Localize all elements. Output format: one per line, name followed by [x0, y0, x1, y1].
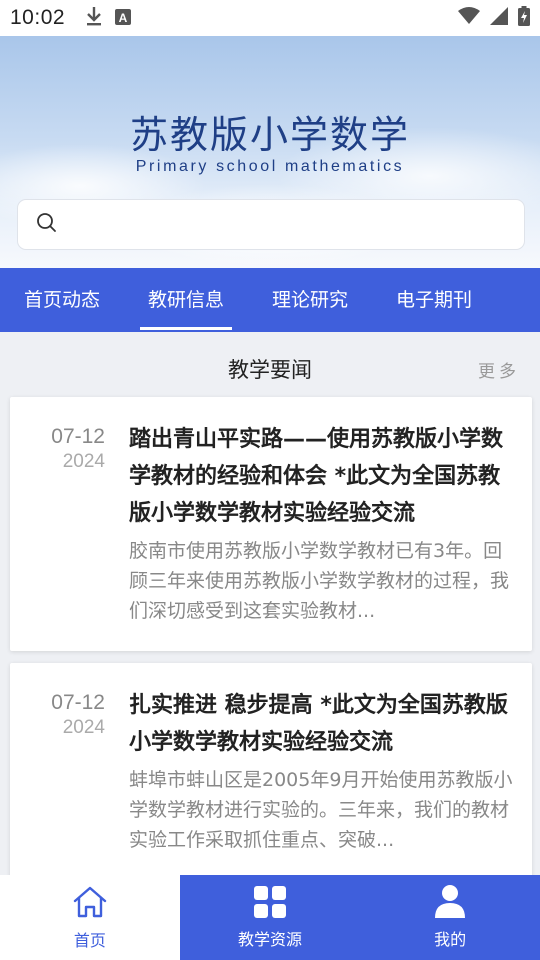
news-date-year: 2024	[62, 717, 105, 738]
search-icon[interactable]	[36, 212, 58, 238]
status-bar: 10:02 A	[0, 0, 540, 36]
news-date-day: 07-12	[51, 691, 105, 714]
news-date: 07-12 2024	[10, 425, 105, 473]
tab-e-journal[interactable]: 电子期刊	[372, 268, 496, 332]
more-link[interactable]: 更多	[478, 357, 520, 382]
app-title: 苏教版小学数学	[129, 113, 410, 157]
signal-icon	[490, 6, 508, 30]
news-card[interactable]: 07-12 2024 扎实推进 稳步提高 *此文为全国苏教版小学数学教材实验经验…	[10, 663, 532, 893]
keyboard-a-icon: A	[115, 6, 132, 30]
battery-icon	[518, 5, 530, 31]
nav-mine[interactable]: 我的	[360, 875, 540, 960]
section-title: 教学要闻	[228, 358, 312, 382]
news-date-day: 07-12	[51, 425, 105, 448]
home-icon	[72, 885, 108, 927]
user-icon	[435, 885, 466, 926]
grid-icon	[254, 885, 286, 926]
news-summary: 蚌埠市蚌山区是2005年9月开始使用苏教版小学数学教材进行实验的。三年来，我们的…	[129, 769, 513, 851]
category-tabs: 首页动态 教研信息 理论研究 电子期刊	[0, 268, 540, 332]
status-time: 10:02	[10, 6, 66, 29]
section-header: 教学要闻 更多	[0, 332, 540, 396]
tab-research-info[interactable]: 教研信息	[124, 268, 248, 332]
search-input[interactable]	[68, 200, 524, 249]
news-summary: 胶南市使用苏教版小学数学教材已有3年。回顾三年来使用苏教版小学数学教材的过程，我…	[129, 540, 510, 622]
news-date: 07-12 2024	[10, 691, 105, 739]
news-date-year: 2024	[62, 451, 105, 472]
nav-teaching-resources[interactable]: 教学资源	[179, 875, 361, 960]
news-title[interactable]: 踏出青山平实路——使用苏教版小学数学教材的经验和体会 *此文为全国苏教版小学数学…	[129, 421, 514, 532]
nav-home[interactable]: 首页	[0, 875, 180, 960]
tab-theory-research[interactable]: 理论研究	[248, 268, 372, 332]
bottom-nav: 首页 教学资源 我的	[0, 875, 540, 960]
news-title[interactable]: 扎实推进 稳步提高 *此文为全国苏教版小学数学教材实验经验交流	[129, 687, 514, 761]
tab-home-news[interactable]: 首页动态	[0, 268, 124, 332]
nav-teaching-resources-label: 教学资源	[238, 929, 303, 949]
download-icon	[85, 6, 103, 31]
svg-text:A: A	[119, 11, 128, 25]
wifi-icon	[458, 6, 480, 30]
news-card[interactable]: 07-12 2024 踏出青山平实路——使用苏教版小学数学教材的经验和体会 *此…	[10, 397, 532, 651]
search-box[interactable]	[17, 199, 525, 250]
hero-banner: 苏教版小学数学 Primary school mathematics	[0, 36, 540, 268]
nav-mine-label: 我的	[434, 930, 467, 949]
app-subtitle: Primary school mathematics	[135, 158, 405, 175]
nav-home-label: 首页	[73, 930, 106, 950]
